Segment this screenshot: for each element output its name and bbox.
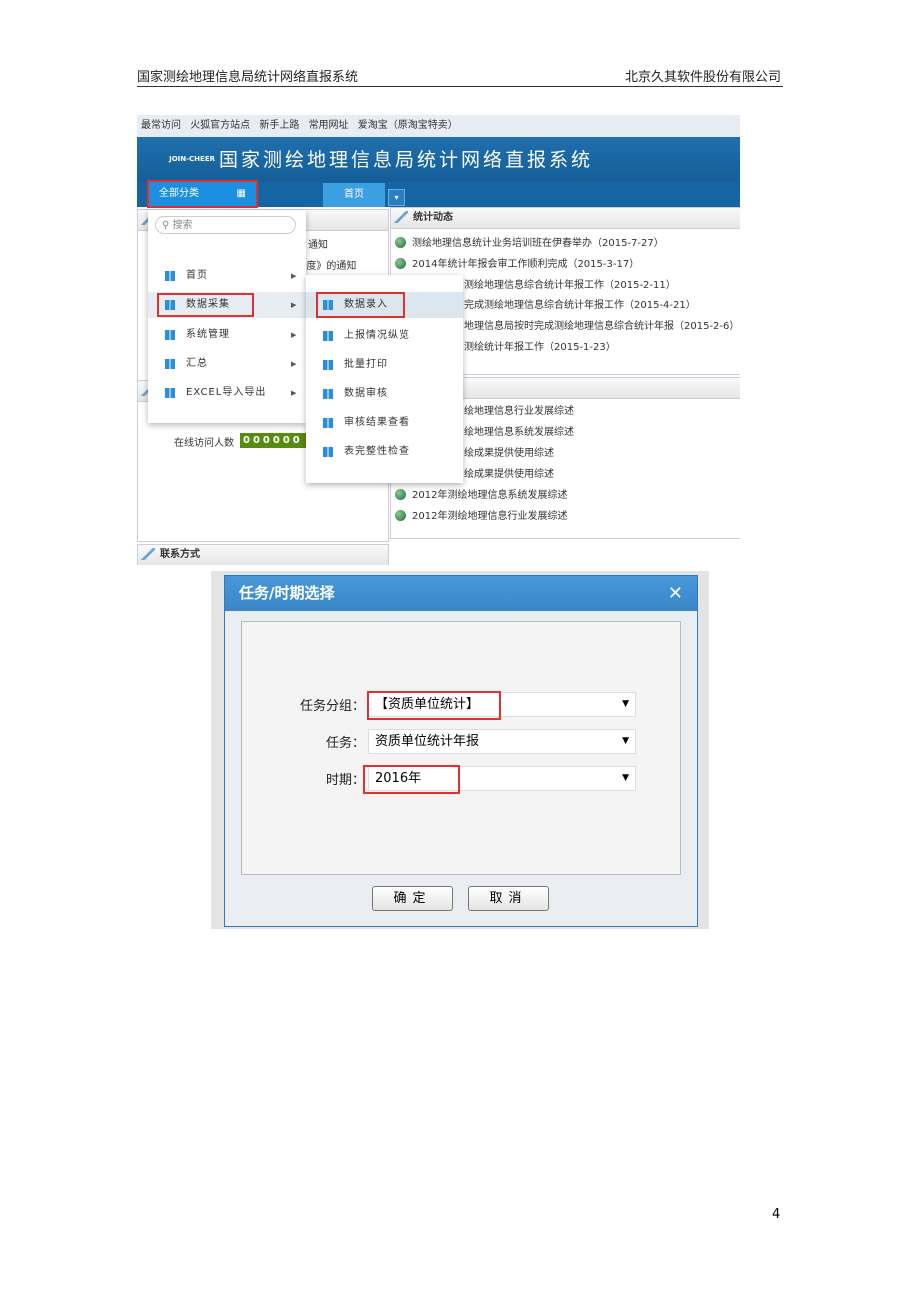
report-item[interactable]: 绘地理信息行业发展综述 — [464, 402, 574, 417]
task-select[interactable]: 资质单位统计年报 ▼ — [368, 729, 636, 754]
arrow-right-icon: ▶ — [291, 301, 298, 309]
contact-title: 联系方式 — [138, 545, 388, 565]
doc-header-right: 北京久其软件股份有限公司 — [624, 70, 781, 85]
arrow-right-icon: ▶ — [291, 331, 298, 339]
bookmark[interactable]: 爱淘宝（原淘宝特卖） — [358, 120, 458, 131]
report-item[interactable]: 绘地理信息系统发展综述 — [464, 423, 574, 438]
period-label: 时期： — [325, 773, 365, 788]
menu-item-summary[interactable]: 汇总 ▶ — [148, 351, 306, 377]
globe-icon — [395, 237, 406, 248]
tab-home[interactable]: 首页 — [323, 183, 385, 207]
report-icon — [323, 331, 333, 341]
grid-icon — [165, 359, 175, 369]
news-item[interactable]: 测绘统计年报工作（2015-1-23） — [464, 338, 616, 353]
grid-icon — [165, 388, 175, 398]
dropdown-arrow-icon: ▼ — [622, 736, 629, 746]
globe-icon — [395, 258, 406, 269]
logo: JOIN-CHEER — [169, 155, 215, 163]
submenu-item[interactable]: 审核结果查看 — [306, 410, 463, 436]
stats-title: 统计动态 — [391, 208, 740, 229]
globe-icon — [395, 489, 406, 500]
report-item[interactable]: 2012年测绘地理信息系统发展综述 — [395, 486, 567, 501]
dropdown-arrow-icon: ▼ — [622, 773, 629, 783]
news-item[interactable]: 地理信息局按时完成测绘地理信息综合统计年报（2015-2-6） — [464, 317, 739, 332]
news-item[interactable]: 2014年统计年报会审工作顺利完成（2015-3-17） — [395, 255, 639, 270]
category-menu: ⚲ 搜索 首页 ▶ 数据采集 ▶ 系统管理 ▶ 汇总 ▶ EXCEL导入导出 ▶ — [148, 210, 306, 423]
task-period-dialog: 任务/时期选择 ✕ 任务分组： 【资质单位统计】 ▼ 任务： 资质单位统计年报 ▼ … — [224, 575, 698, 927]
online-label: 在线访问人数 — [174, 438, 234, 449]
page-number: 4 — [772, 1207, 781, 1222]
arrow-right-icon: ▶ — [291, 360, 298, 368]
bookmark[interactable]: 新手上路 — [259, 120, 299, 131]
bookmark[interactable]: 常用网址 — [309, 120, 349, 131]
document-page: 国家测绘地理信息局统计网络直报系统 北京久其软件股份有限公司 最常访问 火狐官方… — [0, 0, 920, 1302]
nav-bar: 全部分类 ▦ 首页 ▾ — [137, 180, 740, 208]
menu-item-system[interactable]: 系统管理 ▶ — [148, 322, 306, 348]
app-title: 国家测绘地理信息局统计网络直报系统 — [219, 149, 594, 171]
report-item[interactable]: 绘成果提供使用综述 — [464, 465, 554, 480]
grid-icon — [165, 330, 175, 340]
arrow-right-icon: ▶ — [291, 272, 298, 280]
news-item[interactable]: 测绘地理信息综合统计年报工作（2015-2-11） — [464, 276, 676, 291]
close-icon[interactable]: ✕ — [668, 576, 683, 611]
doc-header-left: 国家测绘地理信息局统计网络直报系统 — [137, 70, 359, 85]
contact-panel: 联系方式 — [137, 544, 389, 565]
bookmarks-bar: 最常访问 火狐官方站点 新手上路 常用网址 爱淘宝（原淘宝特卖） — [137, 115, 740, 138]
globe-icon — [395, 510, 406, 521]
ok-button[interactable]: 确定 — [372, 886, 453, 911]
highlight-box — [316, 292, 405, 318]
task-label: 任务： — [325, 736, 365, 751]
dialog-title: 任务/时期选择 — [239, 584, 335, 602]
search-icon: ⚲ — [162, 220, 173, 231]
app-banner: JOIN-CHEER 国家测绘地理信息局统计网络直报系统 — [137, 137, 740, 182]
group-label: 任务分组： — [299, 699, 365, 714]
grid-icon — [165, 271, 175, 281]
tab-dropdown-icon[interactable]: ▾ — [388, 189, 405, 206]
print-icon — [323, 360, 333, 370]
grid-icon — [323, 447, 333, 457]
all-categories-button[interactable]: 全部分类 ▦ — [147, 180, 258, 208]
data-collection-submenu: 数据录入 上报情况纵览 批量打印 数据审核 审核结果查看 表完整性检查 — [306, 275, 463, 483]
submenu-item[interactable]: 表完整性检查 — [306, 439, 463, 465]
bookmark[interactable]: 最常访问 — [141, 120, 181, 131]
menu-item-excel[interactable]: EXCEL导入导出 ▶ — [148, 380, 306, 406]
dropdown-arrow-icon: ▼ — [622, 699, 629, 709]
news-item[interactable]: 测绘地理信息统计业务培训班在伊春举办（2015-7-27） — [395, 234, 664, 249]
notice-partial[interactable]: 通知 — [308, 236, 328, 251]
header-rule — [137, 86, 783, 87]
arrow-right-icon: ▶ — [291, 389, 298, 397]
cancel-button[interactable]: 取消 — [468, 886, 549, 911]
menu-search-input[interactable]: ⚲ 搜索 — [155, 216, 296, 234]
highlight-box — [157, 293, 254, 317]
screenshot-task-dialog: 任务/时期选择 ✕ 任务分组： 【资质单位统计】 ▼ 任务： 资质单位统计年报 ▼ … — [211, 571, 709, 929]
submenu-item[interactable]: 数据审核 — [306, 381, 463, 407]
news-item[interactable]: 完成测绘地理信息综合统计年报工作（2015-4-21） — [464, 296, 696, 311]
online-counter: 000000 — [240, 433, 313, 448]
screenshot-main-menu: 最常访问 火狐官方站点 新手上路 常用网址 爱淘宝（原淘宝特卖） JOIN-CH… — [137, 115, 740, 565]
menu-item-home[interactable]: 首页 ▶ — [148, 263, 306, 289]
highlight-box — [367, 691, 501, 720]
all-categories-label: 全部分类 — [159, 188, 199, 199]
grid-icon: ▦ — [236, 188, 246, 199]
bookmark[interactable]: 火狐官方站点 — [190, 120, 250, 131]
dialog-titlebar: 任务/时期选择 ✕ — [225, 576, 697, 611]
submenu-item[interactable]: 上报情况纵览 — [306, 323, 463, 349]
submenu-item[interactable]: 批量打印 — [306, 352, 463, 378]
grid-icon — [323, 418, 333, 428]
grid-icon — [323, 389, 333, 399]
report-item[interactable]: 2012年测绘地理信息行业发展综述 — [395, 507, 567, 522]
highlight-box — [363, 765, 460, 794]
report-item[interactable]: 绘成果提供使用综述 — [464, 444, 554, 459]
